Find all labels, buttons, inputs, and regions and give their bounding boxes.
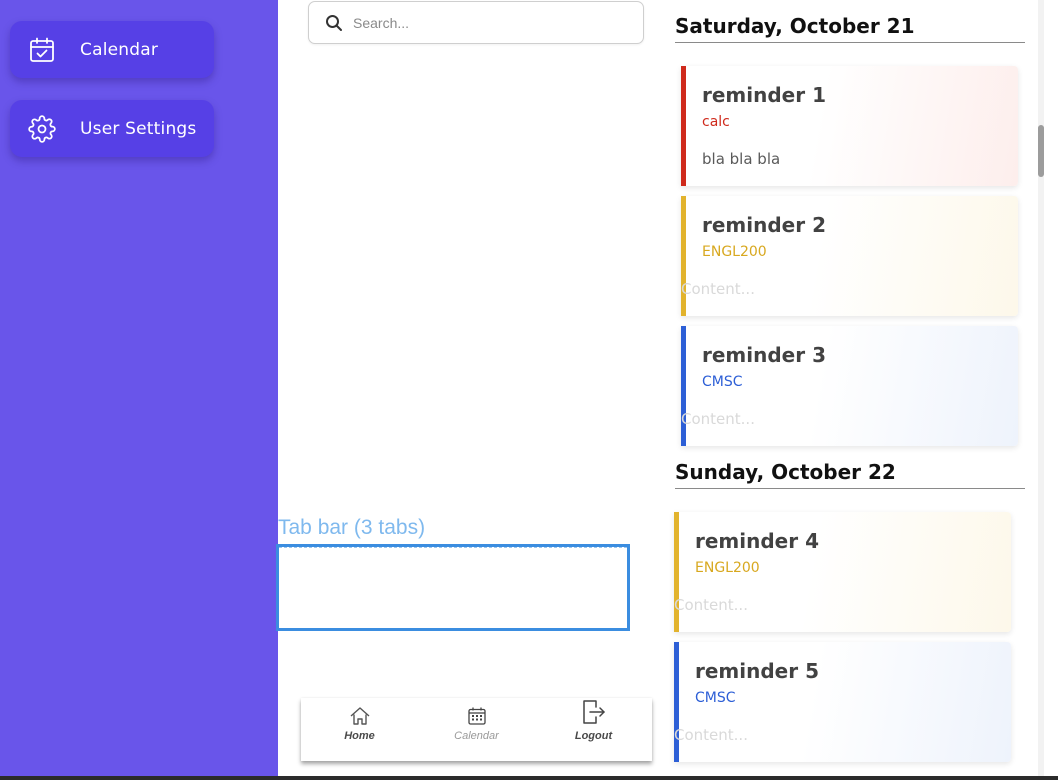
reminder-content: bla bla bla <box>702 150 781 168</box>
sidebar-item-label: Calendar <box>80 39 159 60</box>
bottom-tab-bar: Home Calendar Logout <box>301 698 652 761</box>
tab-home[interactable]: Home <box>301 698 418 761</box>
reminder-card[interactable]: reminder 2 ENGL200 Content... <box>681 196 1018 316</box>
calendar-grid-icon <box>467 700 487 726</box>
window-bottom-edge <box>0 776 1058 780</box>
day-heading: Saturday, October 21 <box>675 14 915 38</box>
day-header: Sunday, October 22 <box>675 460 1025 489</box>
sidebar-item-label: User Settings <box>80 118 197 139</box>
day-header: Saturday, October 21 <box>675 14 1025 43</box>
reminder-title: reminder 5 <box>695 659 819 683</box>
tab-bar-placeholder-label: Tab bar (3 tabs) <box>278 516 426 539</box>
reminder-title: reminder 1 <box>702 83 826 107</box>
reminder-content: Content... <box>674 596 748 614</box>
reminder-course: CMSC <box>695 690 736 706</box>
day-heading: Sunday, October 22 <box>675 460 896 484</box>
search-icon <box>325 14 343 32</box>
logout-icon <box>581 700 607 726</box>
reminder-course: ENGL200 <box>695 560 760 576</box>
reminder-course: ENGL200 <box>702 244 767 260</box>
scrollbar-track[interactable] <box>1038 0 1044 780</box>
sidebar-item-calendar[interactable]: Calendar <box>10 21 214 78</box>
reminder-card[interactable]: reminder 4 ENGL200 Content... <box>674 512 1011 632</box>
reminder-content: Content... <box>674 726 748 744</box>
reminder-title: reminder 2 <box>702 213 826 237</box>
reminder-title: reminder 4 <box>695 529 819 553</box>
reminder-card[interactable]: reminder 3 CMSC Content... <box>681 326 1018 446</box>
calendar-check-icon <box>28 36 56 64</box>
reminder-content: Content... <box>681 410 755 428</box>
tab-label: Logout <box>574 730 613 742</box>
tab-label: Home <box>344 730 375 742</box>
tab-label: Calendar <box>454 730 499 742</box>
reminder-card[interactable]: reminder 1 calc bla bla bla <box>681 66 1018 186</box>
reminder-course: calc <box>702 114 730 130</box>
tab-logout[interactable]: Logout <box>535 698 652 761</box>
reminder-card[interactable]: reminder 5 CMSC Content... <box>674 642 1011 762</box>
tab-calendar[interactable]: Calendar <box>418 698 535 761</box>
search-box[interactable] <box>308 1 644 44</box>
reminder-content: Content... <box>681 280 755 298</box>
gear-icon <box>28 114 56 143</box>
scrollbar-thumb[interactable] <box>1038 125 1044 177</box>
sidebar: Calendar User Settings <box>0 0 278 780</box>
reminder-course: CMSC <box>702 374 743 390</box>
reminder-title: reminder 3 <box>702 343 826 367</box>
tab-bar-placeholder <box>276 544 630 631</box>
search-input[interactable] <box>353 14 623 31</box>
sidebar-item-user-settings[interactable]: User Settings <box>10 100 214 157</box>
home-icon <box>349 700 371 726</box>
